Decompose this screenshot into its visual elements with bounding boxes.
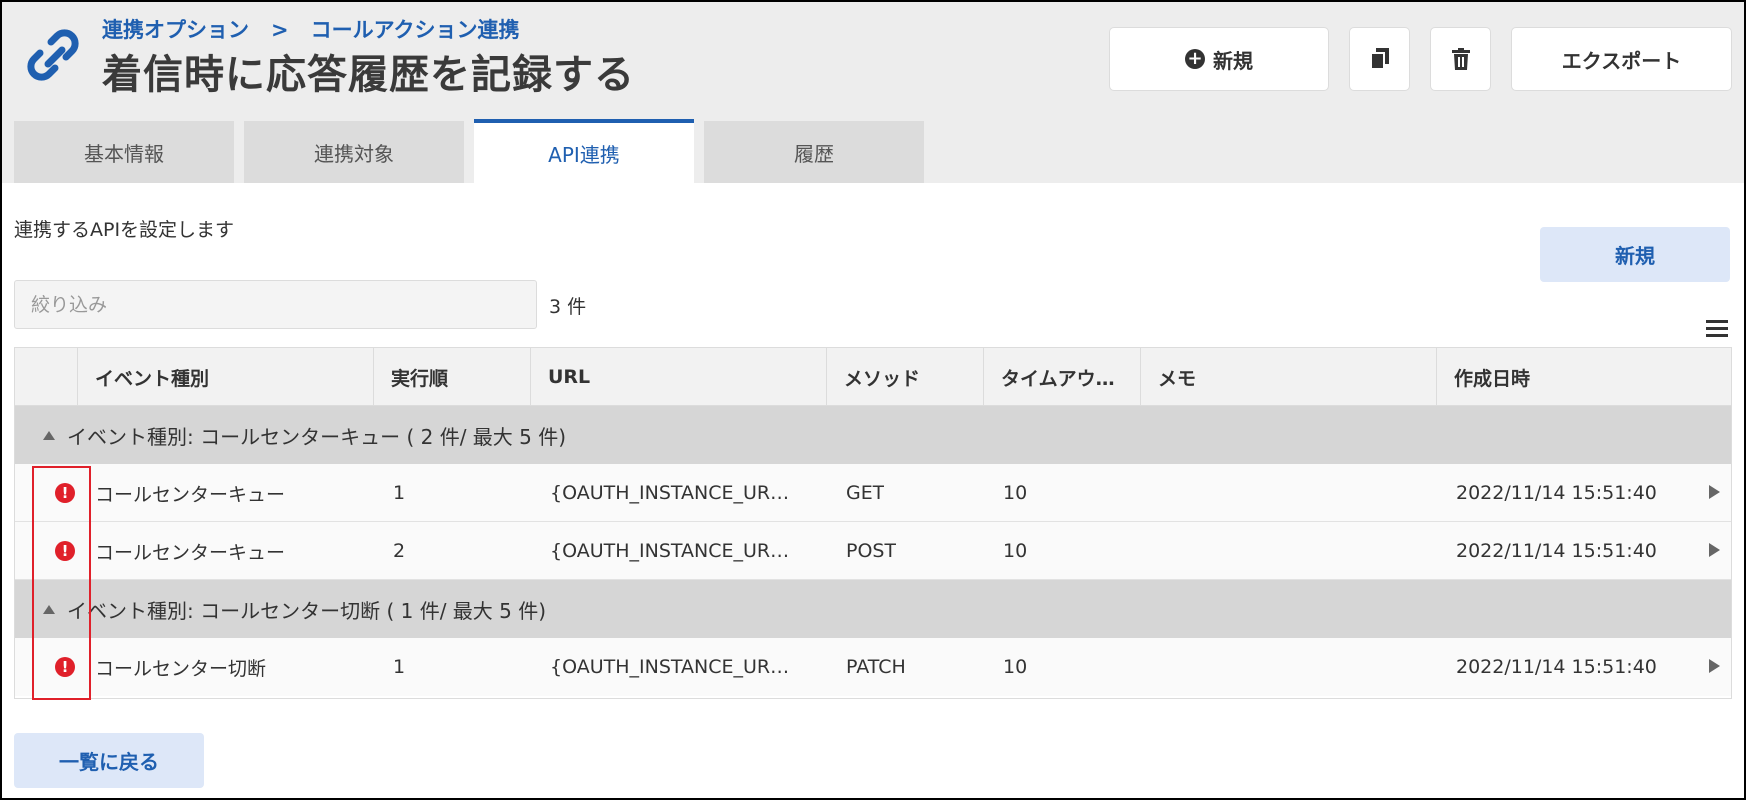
breadcrumb-item-call-action[interactable]: コールアクション連携: [311, 14, 520, 44]
trash-icon: [1451, 48, 1470, 70]
header-memo[interactable]: メモ: [1140, 348, 1436, 406]
tab-basic-info[interactable]: 基本情報: [14, 121, 234, 183]
cell-url: {OAUTH_INSTANCE_UR…: [550, 482, 790, 504]
cell-created: 2022/11/14 15:51:40: [1456, 656, 1657, 678]
highlight-box: [32, 466, 91, 700]
group-row[interactable]: イベント種別: コールセンターキュー ( 2 件/ 最大 5 件): [15, 406, 1731, 464]
add-api-button[interactable]: 新規: [1540, 227, 1730, 282]
result-count: 3 件: [549, 296, 587, 318]
header-method[interactable]: メソッド: [826, 348, 983, 406]
api-table: イベント種別 実行順 URL メソッド タイムアウ… メモ 作成日時 イベント種…: [14, 347, 1732, 699]
export-button[interactable]: エクスポート: [1511, 27, 1732, 91]
expand-arrow-icon[interactable]: [1709, 485, 1720, 499]
plus-circle-icon: +: [1185, 49, 1205, 69]
breadcrumb-item-options[interactable]: 連携オプション: [102, 14, 249, 44]
cell-timeout: 10: [1003, 540, 1028, 562]
link-icon: [27, 29, 79, 81]
collapse-triangle-icon: [43, 430, 55, 440]
delete-button[interactable]: [1430, 27, 1491, 91]
table-row[interactable]: ! コールセンターキュー 1 {OAUTH_INSTANCE_UR… GET 1…: [15, 464, 1731, 522]
cell-timeout: 10: [1003, 656, 1028, 678]
new-button-label: 新規: [1213, 48, 1253, 73]
table-header: イベント種別 実行順 URL メソッド タイムアウ… メモ 作成日時: [15, 348, 1731, 406]
breadcrumb: 連携オプション > コールアクション連携: [102, 14, 520, 44]
group-label: イベント種別: コールセンターキュー ( 2 件/ 最大 5 件): [67, 424, 567, 449]
cell-url: {OAUTH_INSTANCE_UR…: [550, 540, 790, 562]
header-timeout[interactable]: タイムアウ…: [983, 348, 1140, 406]
cell-timeout: 10: [1003, 482, 1028, 504]
table-row[interactable]: ! コールセンターキュー 2 {OAUTH_INSTANCE_UR… POST …: [15, 522, 1731, 580]
cell-url: {OAUTH_INSTANCE_UR…: [550, 656, 790, 678]
breadcrumb-separator: >: [271, 18, 289, 42]
cell-method: PATCH: [846, 656, 906, 678]
header-url[interactable]: URL: [530, 348, 826, 406]
header-status-column: [15, 348, 77, 406]
column-menu-icon[interactable]: [1706, 320, 1728, 338]
expand-arrow-icon[interactable]: [1709, 543, 1720, 557]
header-event-type[interactable]: イベント種別: [77, 348, 373, 406]
group-row[interactable]: イベント種別: コールセンター切断 ( 1 件/ 最大 5 件): [15, 580, 1731, 638]
header-order[interactable]: 実行順: [373, 348, 530, 406]
back-to-list-button[interactable]: 一覧に戻る: [14, 733, 204, 788]
filter-input[interactable]: [14, 280, 537, 329]
cell-event: コールセンターキュー: [95, 541, 286, 564]
cell-event: コールセンターキュー: [95, 483, 286, 506]
tab-api-integration[interactable]: API連携: [474, 119, 694, 183]
app-window: 連携オプション > コールアクション連携 着信時に応答履歴を記録する + 新規 エク…: [0, 0, 1746, 800]
expand-arrow-icon[interactable]: [1709, 659, 1720, 673]
cell-order: 2: [393, 540, 406, 562]
group-label: イベント種別: コールセンター切断 ( 1 件/ 最大 5 件): [67, 598, 547, 623]
new-button[interactable]: + 新規: [1109, 27, 1329, 91]
tab-history[interactable]: 履歴: [704, 121, 924, 183]
copy-icon: [1369, 48, 1389, 70]
page-title: 着信時に応答履歴を記録する: [102, 52, 635, 98]
cell-created: 2022/11/14 15:51:40: [1456, 540, 1657, 562]
cell-created: 2022/11/14 15:51:40: [1456, 482, 1657, 504]
header-created-at[interactable]: 作成日時: [1436, 348, 1731, 406]
cell-event: コールセンター切断: [95, 657, 267, 680]
cell-order: 1: [393, 482, 406, 504]
table-row[interactable]: ! コールセンター切断 1 {OAUTH_INSTANCE_UR… PATCH …: [15, 638, 1731, 696]
cell-method: POST: [846, 540, 897, 562]
cell-method: GET: [846, 482, 885, 504]
tab-targets[interactable]: 連携対象: [244, 121, 464, 183]
section-description: 連携するAPIを設定します: [14, 219, 235, 241]
cell-order: 1: [393, 656, 406, 678]
copy-button[interactable]: [1349, 27, 1410, 91]
